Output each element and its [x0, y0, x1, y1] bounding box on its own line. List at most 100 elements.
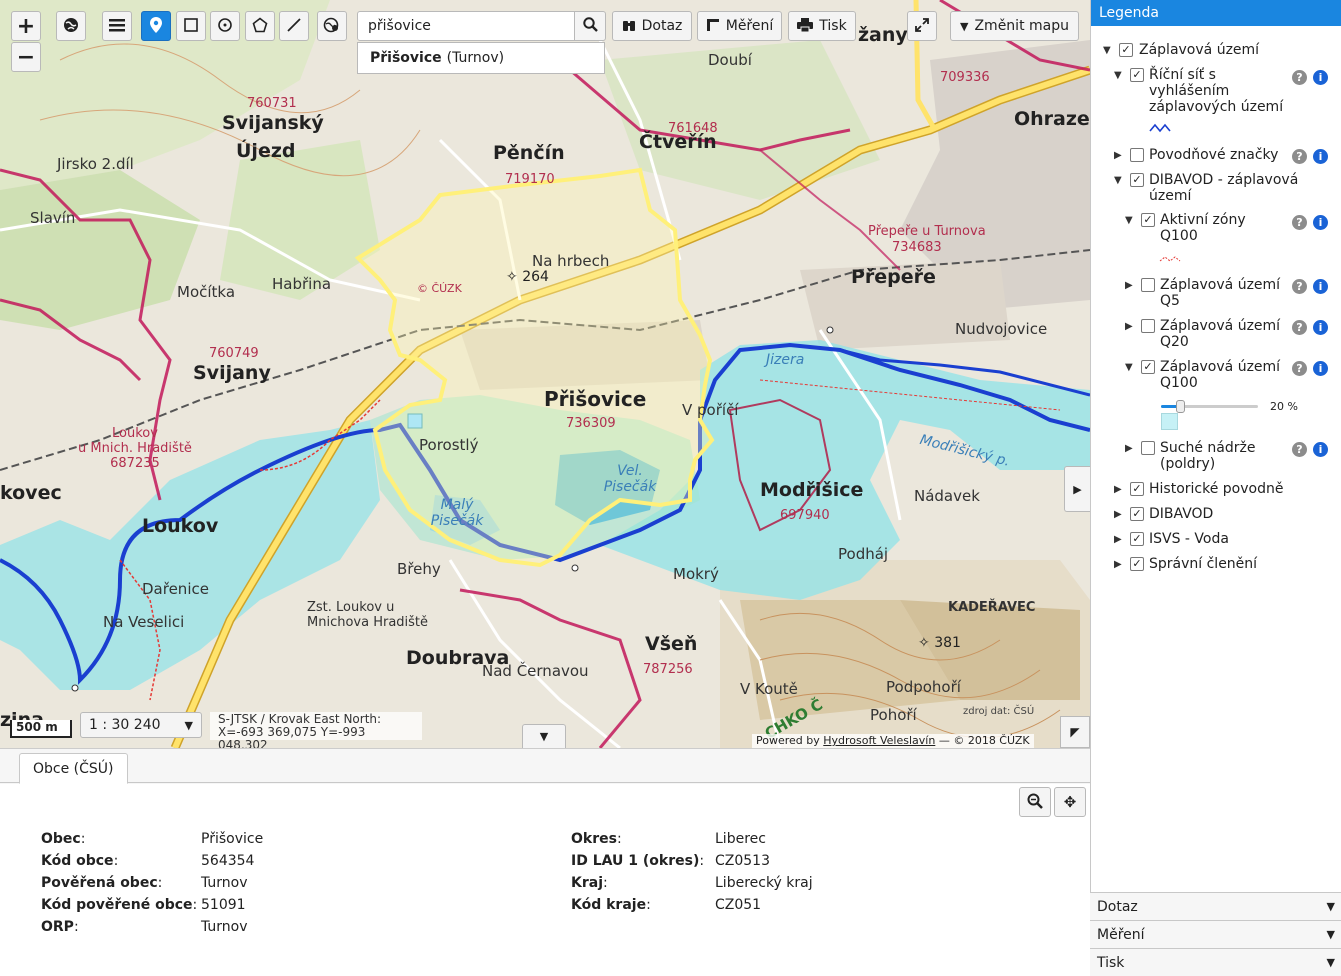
- attr-key: Kód pověřené obce: [41, 897, 197, 913]
- help-icon[interactable]: ?: [1292, 279, 1307, 294]
- fullscreen-button[interactable]: [907, 11, 937, 41]
- flood-zone-swatch: [1161, 413, 1178, 430]
- attr-value: Liberec: [715, 831, 766, 847]
- collapse-caret-icon[interactable]: ▶: [1125, 280, 1133, 291]
- help-icon[interactable]: ?: [1292, 70, 1307, 85]
- measure-button[interactable]: Měření: [697, 11, 782, 41]
- search-button[interactable]: [574, 11, 606, 41]
- pan-to-feature-button[interactable]: ✥: [1054, 787, 1086, 817]
- expand-caret-icon[interactable]: ▼: [1114, 70, 1122, 81]
- accordion-measure[interactable]: Měření ▼: [1090, 920, 1341, 948]
- accordion-query[interactable]: Dotaz ▼: [1090, 892, 1341, 920]
- info-icon[interactable]: i: [1313, 279, 1328, 294]
- layer-checkbox[interactable]: ✓: [1130, 68, 1144, 82]
- help-icon[interactable]: ?: [1292, 361, 1307, 376]
- draw-line-button[interactable]: [279, 11, 309, 41]
- help-icon[interactable]: ?: [1292, 320, 1307, 335]
- draw-point-button[interactable]: [141, 11, 171, 41]
- caret-down-icon: ▼: [1326, 928, 1335, 941]
- help-icon[interactable]: ?: [1292, 442, 1307, 457]
- attr-value: Přišovice: [201, 831, 264, 847]
- collapse-caret-icon[interactable]: ▶: [1114, 150, 1122, 161]
- layer-checkbox[interactable]: [1141, 278, 1155, 292]
- accordion-print[interactable]: Tisk ▼: [1090, 948, 1341, 976]
- scale-select[interactable]: 1 : 30 240 ▼: [80, 712, 202, 738]
- overview-map-button[interactable]: ◤: [1060, 716, 1090, 748]
- layer-checkbox[interactable]: ✓: [1130, 557, 1144, 571]
- caret-right-icon: ▶: [1073, 482, 1082, 496]
- layer-label: Povodňové značky: [1149, 147, 1279, 163]
- draw-polygon-button[interactable]: [245, 11, 275, 41]
- opacity-slider[interactable]: [1161, 400, 1258, 413]
- toggle-side-panel-button[interactable]: ▶: [1064, 466, 1090, 512]
- zoom-in-button[interactable]: +: [11, 11, 41, 41]
- collapse-caret-icon[interactable]: ▶: [1114, 509, 1122, 520]
- globe-button[interactable]: [56, 11, 86, 41]
- move-icon: ✥: [1063, 792, 1077, 811]
- search-suggestion[interactable]: Přišovice (Turnov): [357, 42, 605, 74]
- info-icon[interactable]: i: [1313, 442, 1328, 457]
- attribution-link[interactable]: Hydrosoft Veleslavín: [823, 734, 935, 747]
- info-icon[interactable]: i: [1313, 70, 1328, 85]
- printer-icon: [797, 17, 814, 35]
- expand-caret-icon[interactable]: ▼: [1114, 175, 1122, 186]
- map-canvas[interactable]: 760731 Svijanský Újezd Pěnčín 719170 761…: [0, 0, 1090, 748]
- help-icon[interactable]: ?: [1292, 215, 1307, 230]
- attr-key: ORP: [41, 919, 79, 935]
- zoom-out-button[interactable]: −: [11, 42, 41, 72]
- layer-checkbox[interactable]: [1141, 319, 1155, 333]
- zoom-to-feature-button[interactable]: [1019, 787, 1051, 817]
- expand-caret-icon[interactable]: ▼: [1103, 45, 1111, 56]
- rectangle-icon: [184, 17, 198, 35]
- layer-label: ISVS - Voda: [1149, 531, 1229, 547]
- layer-checkbox[interactable]: [1141, 441, 1155, 455]
- draw-rectangle-button[interactable]: [176, 11, 206, 41]
- layer-checkbox[interactable]: ✓: [1130, 173, 1144, 187]
- search-input[interactable]: [366, 17, 546, 35]
- layer-checkbox[interactable]: [1130, 148, 1144, 162]
- layer-checkbox[interactable]: ✓: [1130, 532, 1144, 546]
- info-icon[interactable]: i: [1313, 149, 1328, 164]
- collapse-caret-icon[interactable]: ▶: [1114, 559, 1122, 570]
- search-box[interactable]: ✕: [357, 11, 603, 41]
- help-icon[interactable]: ?: [1292, 149, 1307, 164]
- print-button[interactable]: Tisk: [788, 11, 856, 41]
- caret-down-icon: ▼: [960, 19, 969, 33]
- menu-icon: [109, 18, 125, 35]
- change-map-button[interactable]: ▼ Změnit mapu: [950, 11, 1079, 41]
- collapse-caret-icon[interactable]: ▶: [1114, 534, 1122, 545]
- measure-label: Měření: [725, 18, 774, 34]
- attr-value: CZ051: [715, 897, 762, 913]
- layer-checkbox[interactable]: ✓: [1141, 360, 1155, 374]
- collapse-caret-icon[interactable]: ▶: [1125, 321, 1133, 332]
- info-icon[interactable]: i: [1313, 215, 1328, 230]
- layer-label: DIBAVOD - záplavová území: [1149, 172, 1299, 204]
- draw-circle-button[interactable]: [210, 11, 240, 41]
- attr-key: Kraj: [571, 875, 608, 891]
- accordion-query-label: Dotaz: [1097, 898, 1138, 915]
- collapse-caret-icon[interactable]: ▶: [1125, 443, 1133, 454]
- query-label: Dotaz: [641, 18, 683, 34]
- change-map-label: Změnit mapu: [974, 18, 1069, 34]
- attr-value: 51091: [201, 897, 246, 913]
- opacity-slider-handle[interactable]: [1176, 400, 1186, 413]
- collapse-caret-icon[interactable]: ▶: [1114, 484, 1122, 495]
- query-button[interactable]: Dotaz: [612, 11, 692, 41]
- layer-checkbox[interactable]: ✓: [1130, 507, 1144, 521]
- layer-checkbox[interactable]: ✓: [1119, 43, 1133, 57]
- expand-caret-icon[interactable]: ▼: [1125, 215, 1133, 226]
- layer-checkbox[interactable]: ✓: [1141, 213, 1155, 227]
- attr-key: Obec: [41, 831, 85, 847]
- tab-obce[interactable]: Obce (ČSÚ): [19, 753, 128, 784]
- caret-down-icon: ▼: [1326, 956, 1335, 969]
- info-icon[interactable]: i: [1313, 361, 1328, 376]
- layer-checkbox[interactable]: ✓: [1130, 482, 1144, 496]
- layers-menu-button[interactable]: [102, 11, 132, 41]
- layer-label: DIBAVOD: [1149, 506, 1214, 522]
- info-icon[interactable]: i: [1313, 320, 1328, 335]
- globe-icon: [63, 17, 79, 36]
- toggle-bottom-panel-button[interactable]: ▼: [522, 724, 566, 748]
- location-search-button[interactable]: [317, 11, 347, 41]
- expand-caret-icon[interactable]: ▼: [1125, 362, 1133, 373]
- accordion-print-label: Tisk: [1097, 954, 1125, 971]
